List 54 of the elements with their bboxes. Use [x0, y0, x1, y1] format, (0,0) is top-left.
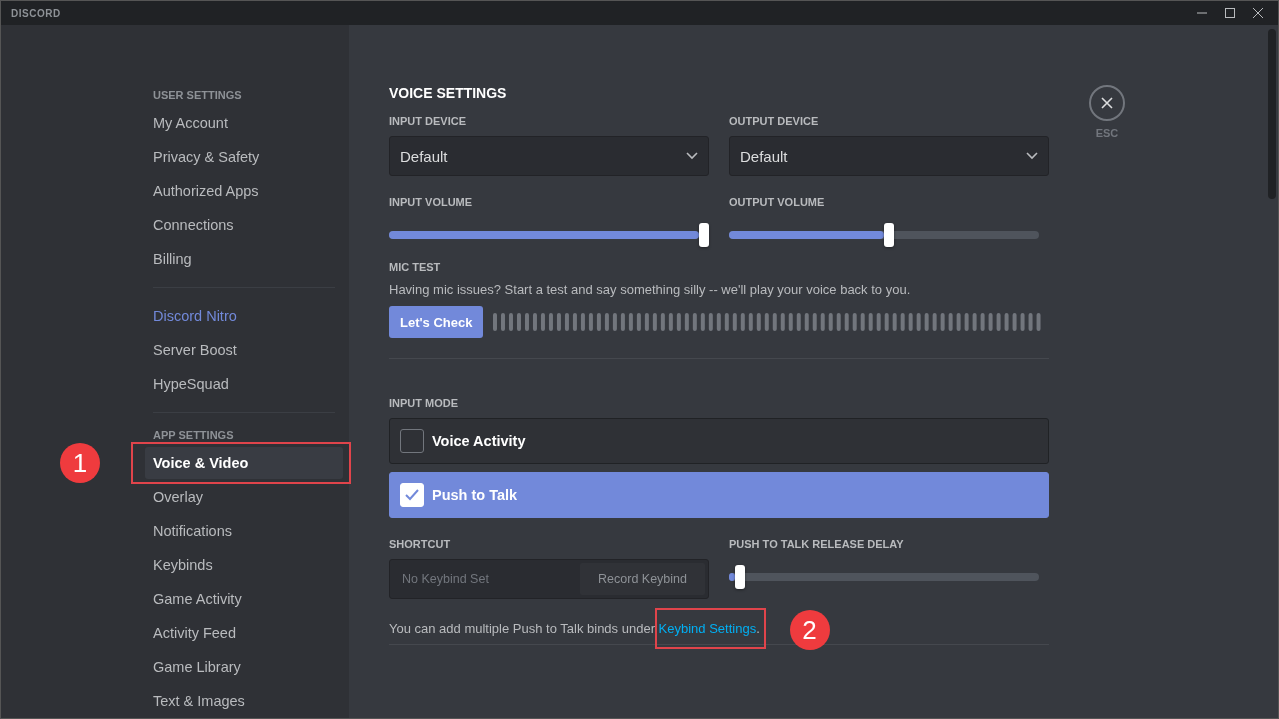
section-heading: USER SETTINGS	[152, 88, 243, 103]
app-logo: DISCORD	[11, 7, 62, 19]
slider-handle[interactable]	[699, 223, 709, 247]
field-label: INPUT DEVICE	[389, 115, 467, 127]
close-icon	[1253, 8, 1263, 18]
field-label: INPUT MODE	[389, 397, 460, 409]
nitro-link[interactable]: Discord Nitro	[145, 300, 343, 332]
checkbox[interactable]	[400, 429, 424, 453]
slider-handle[interactable]	[735, 565, 746, 589]
step-number: 1	[60, 443, 100, 483]
sidebar-item[interactable]: Text & Images	[145, 685, 343, 717]
release-delay-slider[interactable]	[729, 573, 1039, 581]
chevron-down-icon	[1026, 152, 1038, 160]
maximize-icon	[1225, 8, 1235, 18]
sidebar-item[interactable]: Activity Feed	[145, 617, 343, 649]
step-number: 2	[789, 610, 830, 650]
section-heading: APP SETTINGS	[152, 428, 235, 443]
record-keybind-button[interactable]: Record Keybind	[580, 563, 705, 595]
sidebar-item[interactable]: My Account	[145, 107, 343, 139]
sidebar-item[interactable]: Authorized Apps	[145, 175, 343, 207]
device-dropdown[interactable]: Default	[729, 136, 1049, 176]
sidebar-item[interactable]: HypeSquad	[145, 368, 343, 400]
sidebar-item[interactable]: Keybinds	[145, 549, 343, 581]
sidebar-item[interactable]: Server Boost	[145, 334, 343, 366]
volume-slider[interactable]	[389, 231, 699, 239]
sidebar-item[interactable]: Connections	[145, 209, 343, 241]
field-label: PUSH TO TALK RELEASE DELAY	[729, 538, 905, 550]
close-button[interactable]	[1089, 85, 1125, 121]
slider-handle[interactable]	[884, 223, 894, 247]
field-label: OUTPUT DEVICE	[729, 115, 820, 127]
sidebar-item[interactable]: Privacy & Safety	[145, 141, 343, 173]
keybind-field[interactable]: No Keybind Set Record Keybind	[389, 559, 709, 599]
field-label: MIC TEST	[389, 261, 442, 273]
sidebar-item[interactable]: Voice & Video	[145, 447, 343, 479]
esc-label: ESC	[1095, 127, 1119, 139]
checkmark-icon	[405, 489, 419, 501]
volume-slider[interactable]	[729, 231, 1039, 239]
field-label: SHORTCUT	[389, 538, 452, 550]
mic-test-description: Having mic issues? Start a test and say something silly -- we'll play your voice back to you.	[389, 282, 912, 297]
scrollbar[interactable]	[1268, 29, 1276, 199]
sidebar-item[interactable]: Game Library	[145, 651, 343, 683]
close-icon	[1101, 97, 1113, 109]
hint-period: .	[756, 621, 760, 636]
sidebar-item[interactable]: Overlay	[145, 481, 343, 513]
keybind-hint: You can add multiple Push to Talk binds under	[389, 621, 656, 636]
chevron-down-icon	[686, 152, 698, 160]
sidebar-item[interactable]: Game Activity	[145, 583, 343, 615]
sidebar-item[interactable]: Notifications	[145, 515, 343, 547]
field-label: OUTPUT VOLUME	[729, 196, 826, 208]
sidebar-item[interactable]: Billing	[145, 243, 343, 275]
field-label: INPUT VOLUME	[389, 196, 474, 208]
page-title: VOICE SETTINGS	[389, 85, 508, 101]
input-mode-option[interactable]: Voice Activity	[389, 418, 1049, 464]
device-dropdown[interactable]: Default	[389, 136, 709, 176]
